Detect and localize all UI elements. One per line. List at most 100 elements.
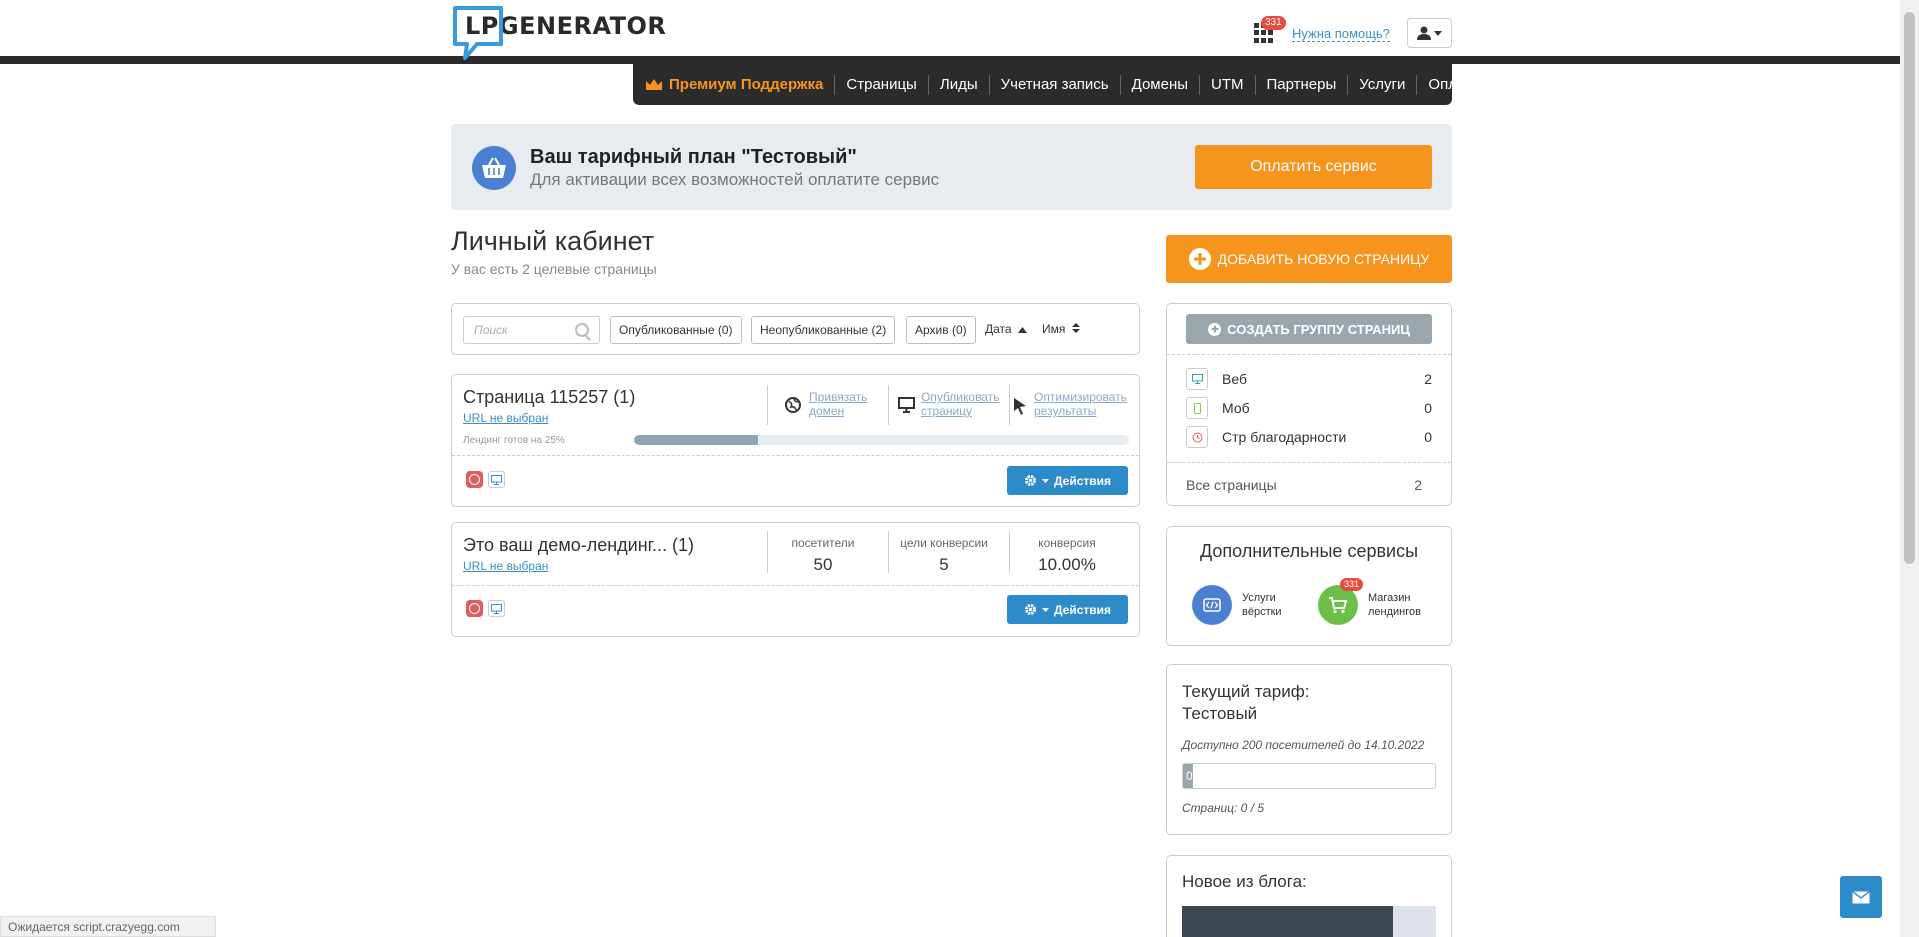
nav-utm[interactable]: UTM — [1200, 74, 1256, 95]
page-scrollbar[interactable] — [1900, 0, 1919, 937]
browser-status-bar: Ожидается script.crazyegg.com — [0, 916, 216, 937]
stat-visitors-value: 50 — [813, 555, 833, 574]
filter-published-button[interactable]: Опубликованные (0) — [610, 316, 742, 344]
caret-down-icon — [1041, 478, 1049, 483]
cart-icon: 331 — [1318, 578, 1364, 625]
services-title: Дополнительные сервисы — [1199, 541, 1419, 561]
logo-icon — [451, 4, 505, 60]
service-markup[interactable]: Услуги вёрстки — [1192, 585, 1282, 625]
user-icon — [1417, 26, 1431, 40]
nav-partners[interactable]: Партнеры — [1256, 74, 1349, 95]
extra-services-panel: Дополнительные сервисы Услуги вёрстки 33… — [1166, 526, 1452, 646]
tariff-info: Доступно 200 посетителей до 14.10.2022 — [1182, 738, 1425, 752]
tariff-usage-fill: 0 — [1183, 764, 1194, 788]
stat-conversion-value: 10.00% — [1038, 555, 1096, 574]
landing-url-link[interactable]: URL не выбран — [463, 559, 548, 573]
monitor-icon — [898, 397, 915, 413]
code-icon — [1192, 585, 1232, 625]
basket-icon — [472, 146, 516, 190]
shop-badge: 331 — [1340, 578, 1364, 591]
filter-bar: Поиск Опубликованные (0) Неопубликованны… — [451, 303, 1140, 355]
search-icon — [575, 323, 589, 337]
sort-asc-icon — [1017, 327, 1027, 333]
page-type-mobile[interactable]: Моб 0 — [1186, 397, 1432, 419]
gear-icon — [1024, 604, 1036, 615]
top-header: LPGENERATOR 331 Нужна помощь? — [0, 0, 1900, 64]
desktop-icon — [1186, 368, 1208, 390]
landing-title[interactable]: Страница 115257 (1) — [463, 387, 635, 408]
plan-title: Ваш тарифный план "Тестовый" — [530, 146, 857, 168]
actions-button[interactable]: Действия — [1007, 595, 1128, 624]
history-icon — [1186, 426, 1208, 448]
plus-circle-icon — [1208, 322, 1222, 336]
filter-archive-button[interactable]: Архив (0) — [906, 316, 976, 344]
landing-progress-bar — [634, 435, 1129, 445]
ready-label: Лендинг готов на 25% — [463, 435, 565, 446]
nav-account[interactable]: Учетная запись — [990, 74, 1121, 95]
blog-title: Новое из блога: — [1182, 872, 1307, 891]
envelope-icon — [1852, 890, 1870, 903]
cursor-icon — [1014, 398, 1026, 415]
caret-down-icon — [1434, 30, 1442, 36]
nav-leads[interactable]: Лиды — [929, 74, 990, 95]
sort-by-date[interactable]: Дата — [985, 322, 1027, 336]
nav-payment[interactable]: Оплата — [1417, 75, 1491, 95]
blog-panel: Новое из блога: — [1166, 855, 1452, 937]
plus-circle-icon — [1188, 248, 1211, 270]
all-pages-row[interactable]: Все страницы 2 — [1186, 474, 1432, 496]
caret-down-icon — [1041, 607, 1049, 612]
stat-visitors-label: посетители — [791, 536, 855, 550]
bind-domain-link[interactable]: Привязать домен — [809, 390, 867, 418]
web-page-icon — [488, 471, 505, 488]
nav-pages[interactable]: Страницы — [835, 74, 929, 95]
landing-progress-fill — [634, 435, 758, 445]
main-nav: Премиум Поддержка Страницы Лиды Учетная … — [633, 64, 1480, 105]
tariff-panel: Текущий тариф: Тестовый Доступно 200 пос… — [1166, 664, 1452, 835]
tariff-usage-bar: 0 — [1182, 763, 1436, 789]
nav-premium-support[interactable]: Премиум Поддержка — [645, 74, 836, 95]
delete-icon[interactable] — [466, 471, 483, 488]
stat-conversion-label: конверсия — [1038, 536, 1096, 550]
chat-button[interactable] — [1840, 876, 1882, 918]
delete-icon[interactable] — [466, 600, 483, 617]
tariff-pages-count: Страниц: 0 / 5 — [1182, 801, 1265, 815]
landing-card: Страница 115257 (1) URL не выбран Привяз… — [451, 374, 1140, 507]
help-link[interactable]: Нужна помощь? — [1292, 27, 1390, 42]
filter-unpublished-button[interactable]: Неопубликованные (2) — [751, 316, 896, 344]
actions-button[interactable]: Действия — [1007, 466, 1128, 495]
tariff-title: Текущий тариф: Тестовый — [1182, 682, 1310, 723]
plan-subtitle: Для активации всех возможностей оплатите… — [530, 170, 940, 189]
page-type-thanks[interactable]: Стр благодарности 0 — [1186, 426, 1432, 448]
page-subtitle: У вас есть 2 целевые страницы — [451, 261, 657, 277]
add-new-page-button[interactable]: ДОБАВИТЬ НОВУЮ СТРАНИЦУ — [1166, 235, 1452, 283]
blog-thumbnail[interactable] — [1182, 906, 1436, 937]
stat-goals-value: 5 — [939, 555, 949, 574]
sort-by-name[interactable]: Имя — [1042, 322, 1080, 336]
plan-banner: Ваш тарифный план "Тестовый" Для активац… — [451, 124, 1452, 210]
crown-icon — [646, 79, 662, 90]
globe-icon — [785, 397, 801, 413]
landing-card: Это ваш демо-лендинг... (1) URL не выбра… — [451, 522, 1140, 637]
scrollbar-thumb[interactable] — [1904, 12, 1915, 564]
service-landing-shop[interactable]: 331 Магазин лендингов — [1318, 578, 1421, 625]
user-menu-button[interactable] — [1407, 18, 1452, 48]
apps-badge: 331 — [1261, 16, 1286, 30]
sort-icon — [1071, 323, 1080, 333]
nav-services[interactable]: Услуги — [1348, 74, 1418, 95]
optimize-results-link[interactable]: Оптимизировать результаты — [1034, 390, 1127, 418]
web-page-icon — [488, 600, 505, 617]
mobile-icon — [1186, 397, 1208, 419]
page-title: Личный кабинет — [451, 226, 655, 256]
nav-domains[interactable]: Домены — [1121, 74, 1201, 95]
landing-title[interactable]: Это ваш демо-лендинг... (1) — [463, 535, 694, 556]
logo[interactable]: LPGENERATOR — [451, 4, 666, 60]
search-input[interactable]: Поиск — [463, 316, 600, 344]
create-group-button[interactable]: СОЗДАТЬ ГРУППУ СТРАНИЦ — [1186, 314, 1432, 344]
publish-page-link[interactable]: Опубликовать страницу — [921, 390, 999, 418]
pay-service-button[interactable]: Оплатить сервис — [1195, 145, 1432, 189]
gear-icon — [1024, 475, 1036, 486]
landing-url-link[interactable]: URL не выбран — [463, 411, 548, 425]
page-type-web[interactable]: Веб 2 — [1186, 368, 1432, 390]
stat-goals-label: цели конверсии — [900, 536, 988, 550]
page-groups-panel: СОЗДАТЬ ГРУППУ СТРАНИЦ Веб 2 Моб 0 Стр б… — [1166, 303, 1452, 506]
